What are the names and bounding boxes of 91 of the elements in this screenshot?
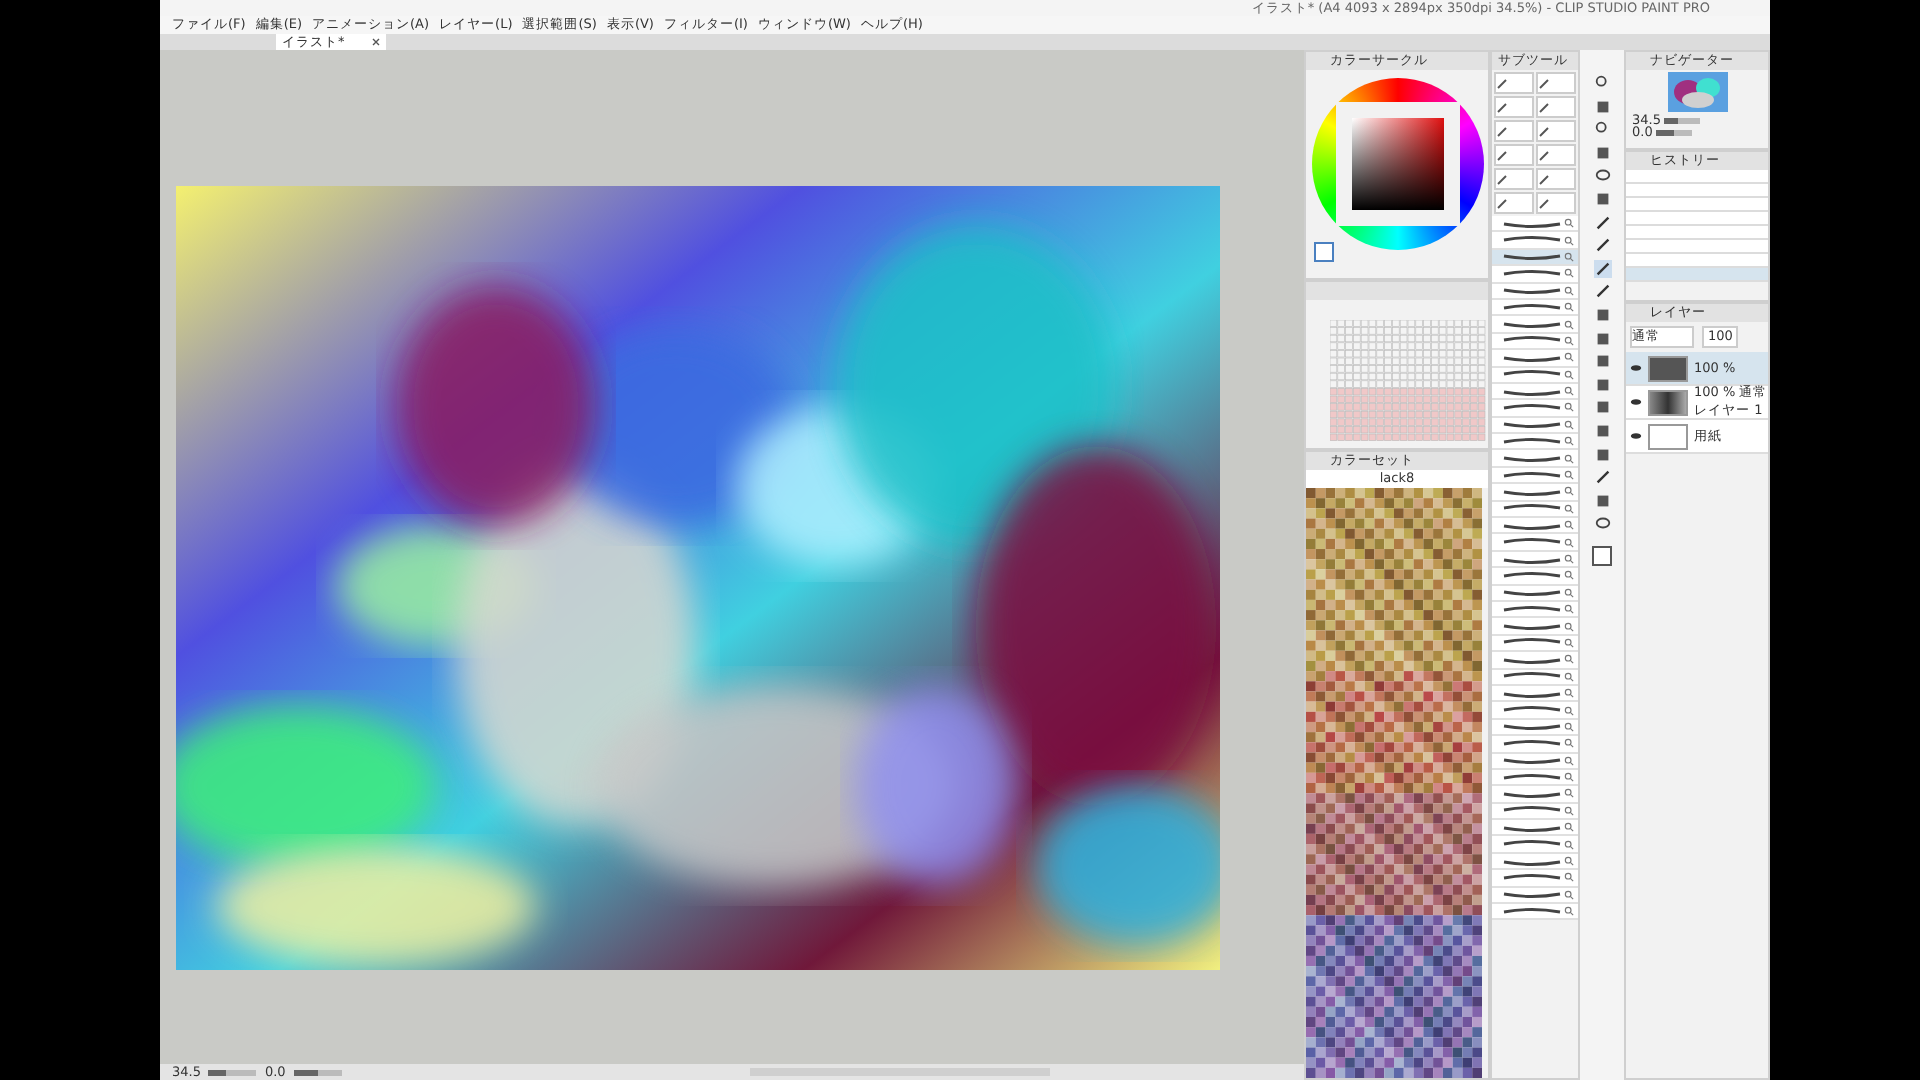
color-square[interactable] bbox=[1351, 118, 1443, 210]
brush-item[interactable] bbox=[1492, 434, 1578, 451]
eye-icon[interactable] bbox=[1630, 432, 1642, 440]
brush-item[interactable] bbox=[1492, 836, 1578, 854]
close-icon[interactable] bbox=[372, 38, 381, 46]
tool-group-button[interactable] bbox=[1536, 144, 1576, 166]
brush-item[interactable] bbox=[1492, 534, 1578, 552]
brush-stroke-icon bbox=[1502, 401, 1562, 414]
color-grid-drawing[interactable] bbox=[1330, 320, 1486, 442]
brush-item[interactable] bbox=[1492, 820, 1578, 837]
brush-stroke-icon bbox=[1502, 385, 1562, 398]
tool-group-button[interactable] bbox=[1536, 168, 1576, 190]
color-chip[interactable] bbox=[1592, 545, 1612, 566]
brush-stroke-icon bbox=[1502, 418, 1562, 431]
brush-stroke-icon bbox=[1502, 234, 1562, 247]
brush-stroke-icon bbox=[1502, 284, 1562, 297]
brush-stroke-icon bbox=[1502, 502, 1562, 515]
brush-item[interactable] bbox=[1492, 518, 1578, 535]
brush-stroke-icon bbox=[1502, 653, 1562, 666]
brush-item[interactable] bbox=[1492, 568, 1578, 586]
brush-item[interactable] bbox=[1492, 618, 1578, 636]
zoom-slider[interactable] bbox=[1664, 117, 1701, 123]
brush-item[interactable] bbox=[1492, 904, 1578, 921]
brush-stroke-icon bbox=[1502, 787, 1562, 800]
brush-stroke-icon bbox=[1502, 586, 1562, 599]
brush-stroke-icon bbox=[1502, 620, 1562, 633]
brush-stroke-icon bbox=[1502, 804, 1562, 817]
brush-stroke-icon bbox=[1502, 704, 1562, 717]
brush-item[interactable] bbox=[1492, 870, 1578, 888]
layer-thumbnail bbox=[1648, 355, 1688, 381]
brush-stroke-icon bbox=[1502, 569, 1562, 582]
brush-stroke-icon bbox=[1502, 603, 1562, 616]
brush-stroke-icon bbox=[1502, 334, 1562, 347]
brush-stroke-icon bbox=[1502, 351, 1562, 364]
tool-group-button[interactable] bbox=[1536, 96, 1576, 118]
layer-thumbnail bbox=[1648, 389, 1688, 415]
layer-thumbnail bbox=[1648, 423, 1688, 449]
tool-group-button[interactable] bbox=[1494, 168, 1534, 190]
brush-stroke-icon bbox=[1502, 519, 1562, 532]
brush-stroke-icon bbox=[1502, 821, 1562, 834]
brush-stroke-icon bbox=[1502, 318, 1562, 331]
brush-stroke-icon bbox=[1502, 435, 1562, 448]
brush-stroke-icon bbox=[1502, 905, 1562, 918]
tool-group-button[interactable] bbox=[1494, 96, 1534, 118]
brush-stroke-icon bbox=[1502, 452, 1562, 465]
zoom-slider[interactable] bbox=[208, 1069, 257, 1075]
brush-stroke-icon bbox=[1502, 754, 1562, 767]
eye-icon[interactable] bbox=[1630, 364, 1642, 372]
brush-stroke-icon bbox=[1502, 838, 1562, 851]
brush-stroke-icon bbox=[1502, 771, 1562, 784]
brush-stroke-icon bbox=[1502, 636, 1562, 649]
brush-item[interactable] bbox=[1492, 216, 1578, 233]
color-chip[interactable] bbox=[1314, 242, 1334, 262]
tool-group-button[interactable] bbox=[1494, 144, 1534, 166]
brush-stroke-icon bbox=[1502, 888, 1562, 901]
brush-item[interactable] bbox=[1492, 350, 1578, 368]
tool-group-button[interactable] bbox=[1536, 192, 1576, 214]
brush-stroke-icon bbox=[1502, 855, 1562, 868]
brush-item[interactable] bbox=[1492, 316, 1578, 334]
tool-group-button[interactable] bbox=[1494, 72, 1534, 94]
brush-item[interactable] bbox=[1492, 702, 1578, 720]
brush-stroke-icon bbox=[1502, 267, 1562, 280]
brush-item[interactable] bbox=[1492, 736, 1578, 753]
brush-item[interactable] bbox=[1492, 652, 1578, 670]
tool-group-button[interactable] bbox=[1494, 120, 1534, 142]
brush-item[interactable] bbox=[1492, 232, 1578, 250]
brush-stroke-icon bbox=[1502, 720, 1562, 733]
rotate-slider[interactable] bbox=[1656, 129, 1693, 135]
brush-stroke-icon bbox=[1502, 871, 1562, 884]
tool-group-button[interactable] bbox=[1536, 72, 1576, 94]
brush-stroke-icon bbox=[1502, 485, 1562, 498]
tool-group-button[interactable] bbox=[1536, 120, 1576, 142]
brush-stroke-icon bbox=[1502, 670, 1562, 683]
eye-icon[interactable] bbox=[1630, 398, 1642, 406]
tool-group-button[interactable] bbox=[1494, 192, 1534, 214]
brush-stroke-icon bbox=[1502, 250, 1562, 263]
brush-stroke-icon bbox=[1502, 687, 1562, 700]
brush-item[interactable] bbox=[1492, 400, 1578, 418]
brush-stroke-icon bbox=[1502, 737, 1562, 750]
brush-item[interactable] bbox=[1492, 786, 1578, 804]
brush-item[interactable] bbox=[1492, 266, 1578, 284]
brush-stroke-icon bbox=[1502, 301, 1562, 314]
rotate-slider[interactable] bbox=[293, 1069, 342, 1075]
brush-stroke-icon bbox=[1502, 553, 1562, 565]
brush-item[interactable] bbox=[1492, 450, 1578, 468]
brush-stroke-icon bbox=[1502, 469, 1562, 482]
brush-item[interactable] bbox=[1492, 484, 1578, 502]
brush-stroke-icon bbox=[1502, 368, 1562, 381]
brush-stroke-icon bbox=[1502, 217, 1562, 230]
brush-stroke-icon bbox=[1502, 536, 1562, 549]
tool-icon[interactable] bbox=[1593, 259, 1611, 278]
